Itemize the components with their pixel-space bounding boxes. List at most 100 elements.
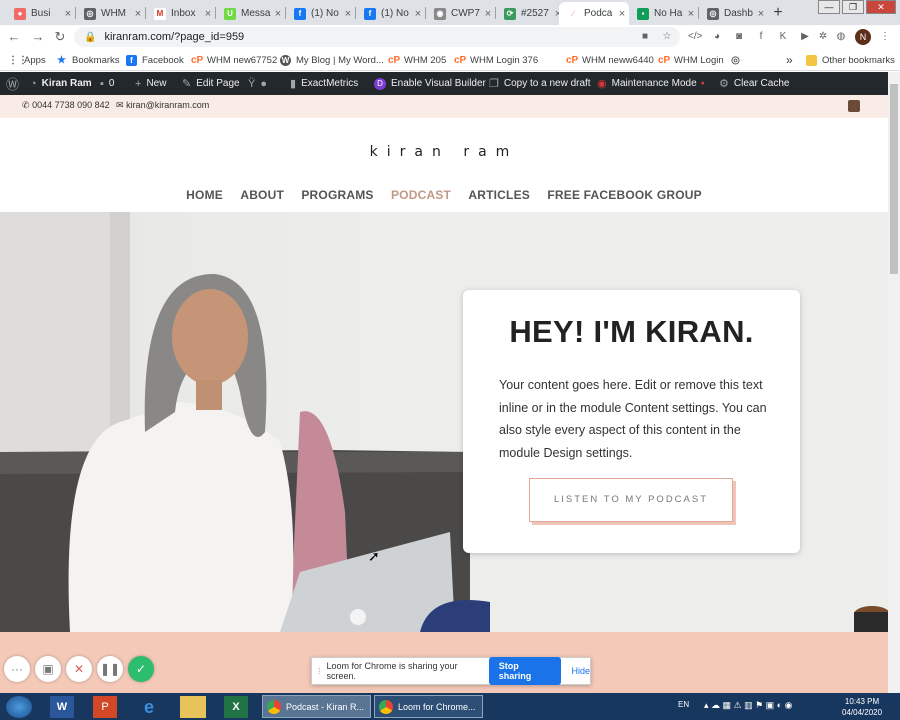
wp-edit-page-link[interactable]: ✎ Edit Page (182, 72, 240, 95)
wp-maintenance-link[interactable]: ◉ Maintenance Mode ● (597, 72, 705, 95)
facebook-icon[interactable]: f (754, 30, 768, 44)
tray-icons[interactable]: ▴ ☁ ▦ ⚠ ▥ ⚑ ▣ ◐ ◉ (704, 700, 792, 711)
bookmarks-overflow-button[interactable]: » (786, 53, 793, 67)
cancel-recording-icon[interactable]: ✕ (66, 656, 92, 682)
menu-icon[interactable]: ⋮ (878, 30, 892, 44)
file-explorer-icon[interactable] (180, 696, 206, 718)
nav-free-facebook-group[interactable]: FREE FACEBOOK GROUP (547, 188, 701, 202)
close-icon[interactable]: × (481, 8, 495, 20)
nav-articles[interactable]: ARTICLES (468, 188, 530, 202)
close-icon[interactable]: × (411, 8, 425, 20)
hide-button[interactable]: Hide (571, 666, 590, 676)
close-icon[interactable]: × (201, 8, 215, 20)
bookmark-my-blog[interactable]: W My Blog | My Word... (280, 53, 384, 67)
url-text[interactable]: kiranram.com/?page_id=959 (104, 31, 244, 43)
pause-icon[interactable]: ❚❚ (97, 656, 123, 682)
tab-messages[interactable]: U Messa × (216, 2, 285, 25)
page-scrollbar[interactable] (888, 72, 900, 693)
tab-facebook-1[interactable]: f (1) No × (286, 2, 355, 25)
loom-sharing-bar: ⁞ Loom for Chrome is sharing your screen… (311, 657, 591, 685)
tab-ticket[interactable]: ⟳ #2527 × (496, 2, 565, 25)
close-icon[interactable]: × (684, 8, 698, 20)
pinterest-icon[interactable]: ◍ (834, 30, 848, 44)
bookmark-whm-new67752[interactable]: cP WHM new67752 (191, 53, 277, 67)
listen-to-podcast-button[interactable]: LISTEN TO MY PODCAST (529, 478, 733, 522)
wp-visual-builder-link[interactable]: D Enable Visual Builder (374, 72, 486, 95)
wp-yoast-link[interactable]: Ÿ ● (248, 72, 272, 95)
internet-explorer-icon[interactable]: e (137, 696, 161, 718)
bookmark-whm-login[interactable]: cP WHM Login (658, 53, 724, 67)
tab-podcast-active[interactable]: ∕ Podca × (559, 2, 629, 25)
tab-busi[interactable]: ● Busi × (6, 2, 75, 25)
nav-podcast[interactable]: PODCAST (391, 188, 451, 202)
wp-logo-button[interactable]: Ⓦ (6, 72, 24, 95)
scrollbar-thumb[interactable] (890, 84, 898, 274)
close-icon[interactable]: × (341, 8, 355, 20)
camera-icon[interactable]: ■ (638, 30, 652, 44)
wp-new-link[interactable]: + New (135, 72, 166, 95)
close-icon[interactable]: × (754, 8, 768, 20)
reload-button[interactable]: ↻ (52, 29, 68, 45)
bookmark-other[interactable]: Other bookmarks (806, 53, 895, 67)
address-bar[interactable]: 🔒 kiranram.com/?page_id=959 (74, 27, 680, 47)
profile-avatar[interactable]: N (855, 29, 871, 45)
wp-site-link[interactable]: ◔ Kiran Ram (30, 72, 92, 95)
start-button[interactable] (6, 696, 32, 718)
tab-cwp7[interactable]: ◉ CWP7 × (426, 2, 495, 25)
forward-button[interactable]: → (30, 29, 46, 45)
drag-handle-icon[interactable]: ⁞ (318, 666, 321, 676)
tab-facebook-2[interactable]: f (1) No × (356, 2, 425, 25)
loom-icon[interactable]: ✲ (816, 30, 830, 44)
excel-icon[interactable]: X (224, 696, 248, 718)
site-logo[interactable]: kiran ram (0, 144, 888, 160)
phone-contact[interactable]: ✆ 0044 7738 090 842 (22, 100, 110, 111)
stop-sharing-button[interactable]: Stop sharing (488, 657, 562, 685)
hero-body-text: Your content goes here. Edit or remove t… (499, 378, 767, 460)
bookmark-apps[interactable]: ⋮⋮ Apps (8, 53, 46, 67)
bookmark-whm-neww6440[interactable]: cP WHM neww6440 (566, 53, 654, 67)
nav-about[interactable]: ABOUT (240, 188, 284, 202)
k-extension-icon[interactable]: K (776, 30, 790, 44)
wp-clear-cache-link[interactable]: ⚙ Clear Cache (719, 72, 789, 95)
screenshot-icon[interactable]: ◙ (732, 30, 746, 44)
avatar[interactable] (848, 100, 860, 112)
tab-dashboard[interactable]: ◎ Dashb × (699, 2, 768, 25)
tab-whm[interactable]: ◎ WHM × (76, 2, 145, 25)
star-icon[interactable]: ☆ (660, 30, 674, 44)
back-button[interactable]: ← (6, 29, 22, 45)
finish-recording-icon[interactable]: ✓ (128, 656, 154, 682)
restore-button[interactable]: ❐ (842, 0, 864, 14)
wp-copy-draft-link[interactable]: ❐ Copy to a new draft (489, 72, 591, 95)
wp-exactmetrics-link[interactable]: ▮ ExactMetrics (290, 72, 358, 95)
wordpress-icon: Ⓦ (6, 77, 20, 92)
nav-programs[interactable]: PROGRAMS (301, 188, 373, 202)
nav-home[interactable]: HOME (186, 188, 223, 202)
more-options-icon[interactable]: ··· (4, 656, 30, 682)
close-icon[interactable]: × (61, 8, 75, 20)
close-icon[interactable]: × (271, 8, 285, 20)
language-indicator[interactable]: EN (678, 700, 689, 709)
new-tab-button[interactable]: + (768, 4, 788, 22)
tab-no-ha[interactable]: ▪ No Ha × (629, 2, 698, 25)
close-icon[interactable]: × (131, 8, 145, 20)
minimize-button[interactable]: — (818, 0, 840, 14)
code-icon[interactable]: </> (688, 30, 702, 44)
close-icon[interactable]: × (615, 8, 629, 20)
camera-toggle-icon[interactable]: ▣ (35, 656, 61, 682)
taskbar-app-podcast[interactable]: Podcast - Kiran R... (262, 695, 371, 718)
email-contact[interactable]: ✉ kiran@kiranram.com (116, 100, 209, 111)
bookmark-globe[interactable]: ◎ (730, 53, 746, 67)
powerpoint-icon[interactable]: P (93, 696, 117, 718)
bookmark-whm-login-376[interactable]: cP WHM Login 376 (454, 53, 538, 67)
bookmark-whm-205[interactable]: cP WHM 205 (388, 53, 446, 67)
bookmark-facebook[interactable]: f Facebook (126, 53, 184, 67)
clock[interactable]: 10:43 PM 04/04/2020 (842, 696, 882, 718)
extension-icon[interactable]: ◕ (710, 30, 724, 44)
close-window-button[interactable]: ✕ (866, 0, 896, 14)
tab-inbox[interactable]: M Inbox × (146, 2, 215, 25)
play-icon[interactable]: ▶ (798, 30, 812, 44)
taskbar-app-loom[interactable]: Loom for Chrome... (374, 695, 483, 718)
bookmark-bookmarks[interactable]: ★ Bookmarks (56, 53, 120, 67)
wp-comments-link[interactable]: ▪ 0 (100, 72, 114, 95)
word-icon[interactable]: W (50, 696, 74, 718)
